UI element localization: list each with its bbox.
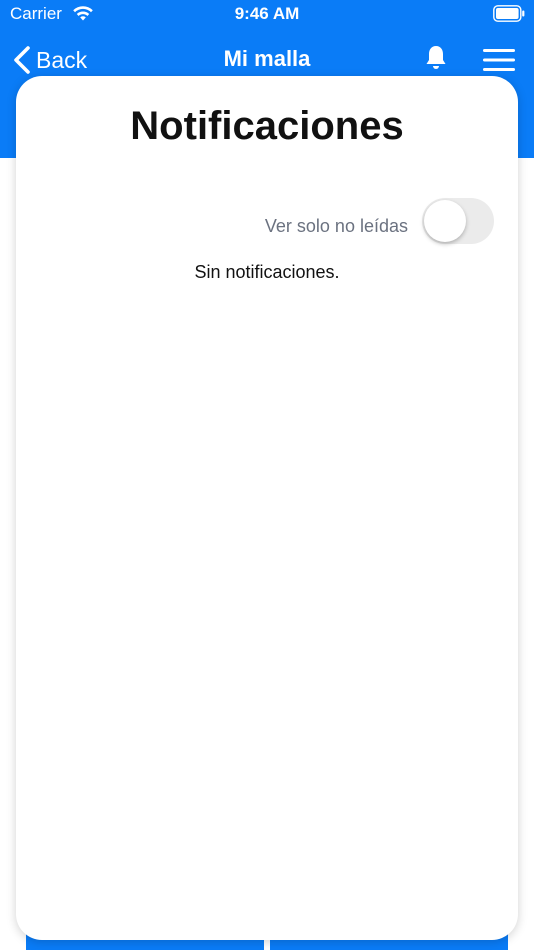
modal-title: Notificaciones	[130, 104, 404, 148]
notifications-modal: Notificaciones Ver solo no leídas Sin no…	[16, 76, 518, 940]
empty-state-message: Sin notificaciones.	[194, 262, 340, 282]
app-screen: Carrier 9:46 AM Back Mi malla Notificaci…	[0, 0, 534, 950]
battery-icon	[493, 5, 525, 22]
unread-filter-label: Ver solo no leídas	[264, 216, 408, 236]
toggle-knob	[424, 200, 466, 242]
hamburger-menu-icon[interactable]	[482, 48, 516, 72]
status-time: 9:46 AM	[234, 4, 300, 23]
unread-only-toggle[interactable]	[422, 198, 494, 244]
page-title: Mi malla	[223, 46, 311, 71]
bell-icon[interactable]	[424, 44, 448, 72]
status-bar: Carrier 9:46 AM	[0, 0, 534, 30]
